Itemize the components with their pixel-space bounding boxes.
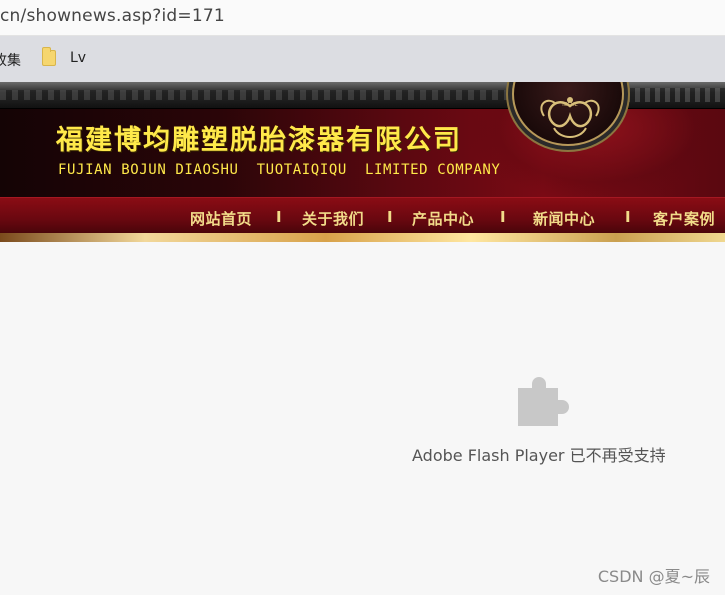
address-bar[interactable]: cn/shownews.asp?id=171 xyxy=(0,0,725,36)
company-name-en: FUJIAN BOJUN DIAOSHU TUOTAIQIQU LIMITED … xyxy=(58,162,501,178)
nav-home[interactable]: 网站首页 xyxy=(190,208,252,229)
banner-gold-band xyxy=(0,233,725,242)
browser-window: cn/shownews.asp?id=171 收集 Lv NICHE 福建博 xyxy=(0,0,725,595)
bookmarks-bar: 收集 Lv xyxy=(0,36,725,82)
flash-unsupported-message: Adobe Flash Player 已不再受支持 xyxy=(412,446,666,465)
bookmark-label: Lv xyxy=(70,50,87,66)
bookmark-folder-lv[interactable]: Lv xyxy=(42,47,87,66)
nav-about[interactable]: 关于我们 xyxy=(302,208,364,229)
nav-cases[interactable]: 客户案例 xyxy=(653,208,715,229)
folder-icon xyxy=(42,47,56,66)
nav-separator: I xyxy=(625,208,631,226)
site-nav: 网站首页 I 关于我们 I 产品中心 I 新闻中心 I 客户案例 xyxy=(0,197,725,233)
bookmark-label: 收集 xyxy=(0,53,21,69)
nav-separator: I xyxy=(387,208,393,226)
emblem-logo: NICHE xyxy=(512,82,624,146)
csdn-watermark: CSDN @夏~辰 xyxy=(597,567,710,586)
nav-products[interactable]: 产品中心 xyxy=(412,208,474,229)
nav-separator: I xyxy=(500,208,506,226)
nav-separator: I xyxy=(276,208,282,226)
flash-placeholder[interactable]: Adobe Flash Player 已不再受支持 CSDN @夏~辰 xyxy=(0,242,725,595)
bookmark-item-collect[interactable]: 收集 xyxy=(0,50,21,70)
ornament-pattern-right xyxy=(625,88,725,102)
puzzle-plugin-icon xyxy=(518,377,569,426)
nav-news[interactable]: 新闻中心 xyxy=(533,208,595,229)
emblem-text: NICHE xyxy=(562,102,578,108)
ornament-pattern-left xyxy=(0,90,510,100)
url-text[interactable]: cn/shownews.asp?id=171 xyxy=(0,6,225,26)
site-banner: NICHE 福建博均雕塑脱胎漆器有限公司 FUJIAN BOJUN DIAOSH… xyxy=(0,82,725,242)
company-name-cn: 福建博均雕塑脱胎漆器有限公司 xyxy=(56,125,462,156)
